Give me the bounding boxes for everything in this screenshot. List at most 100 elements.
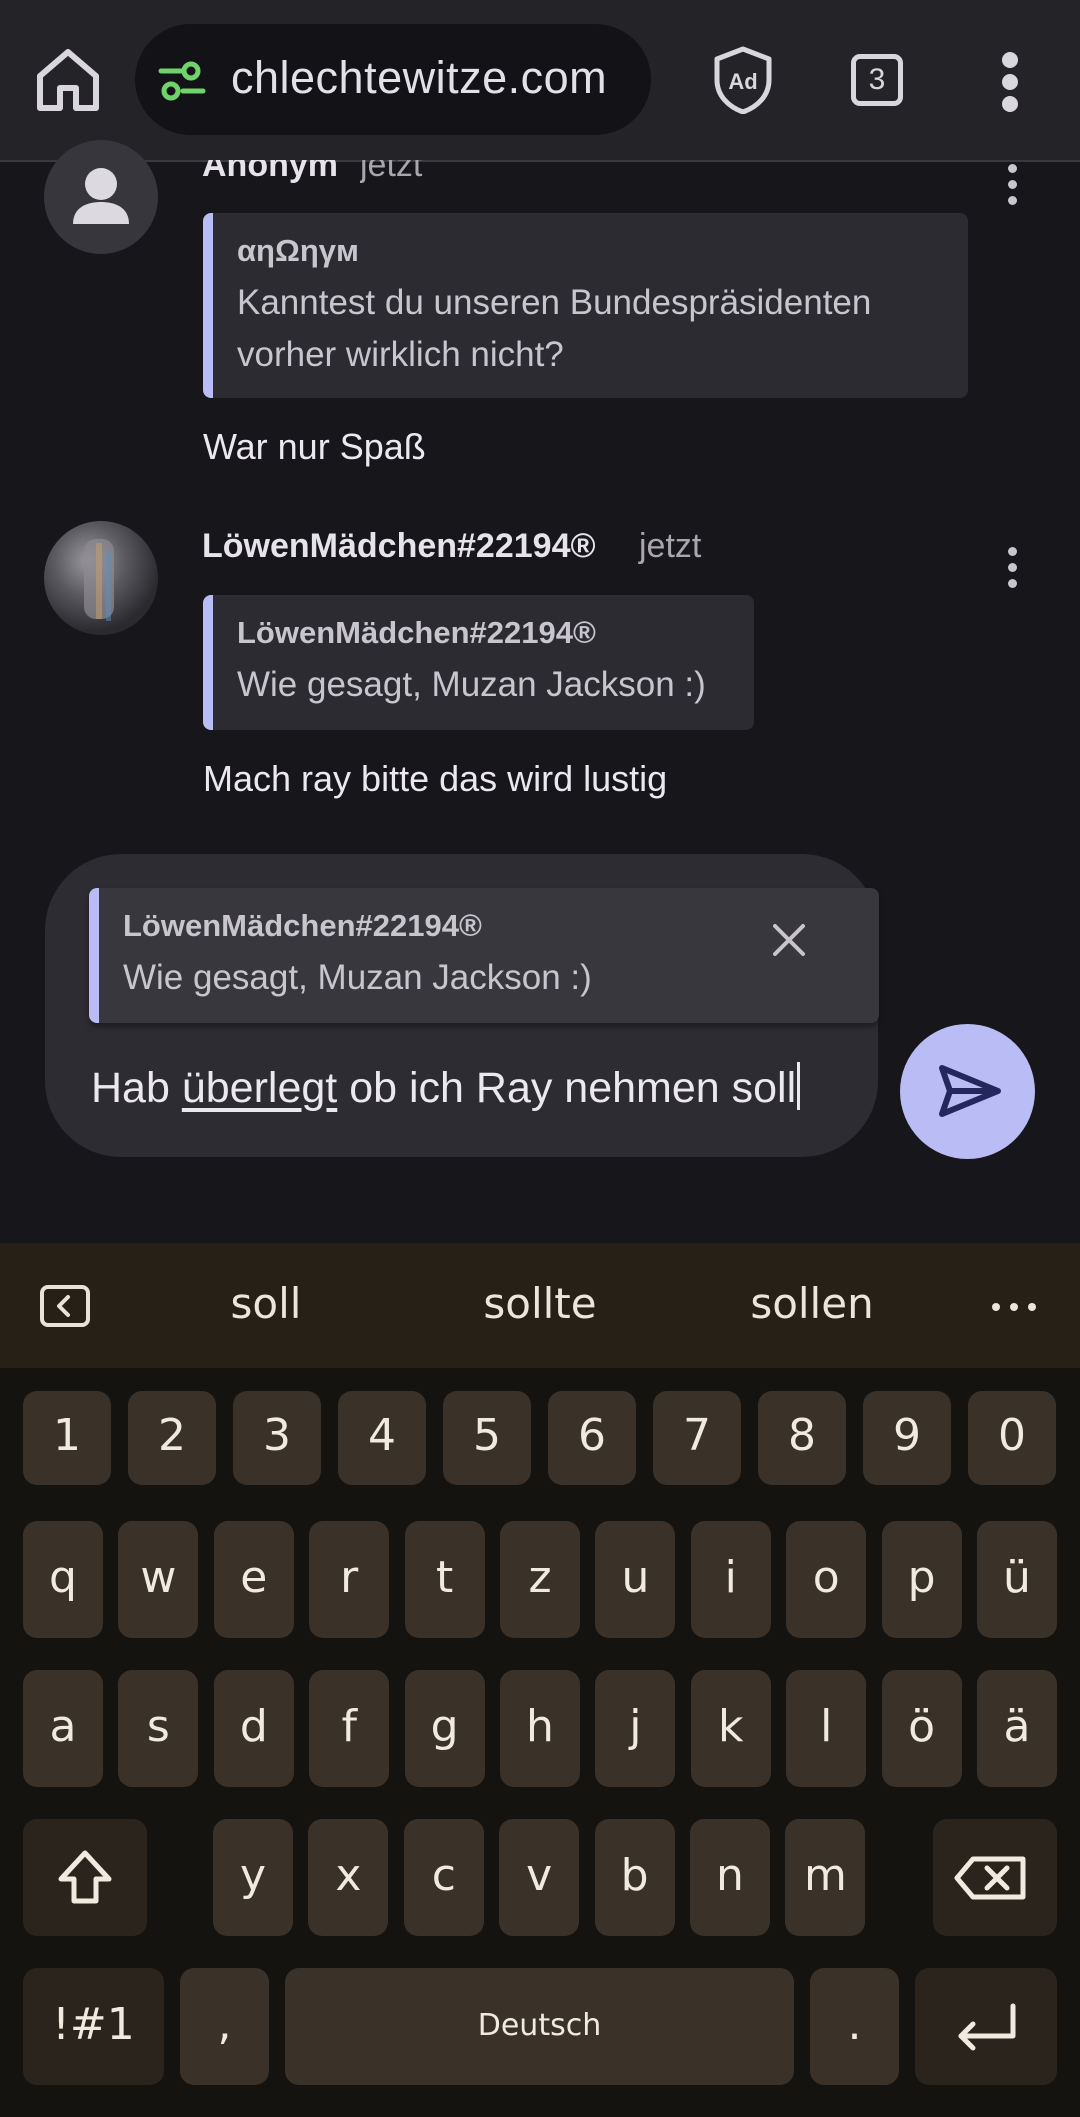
key-6[interactable]: 6 [548,1391,636,1485]
key-i[interactable]: i [690,1521,771,1638]
key-label: k [718,1700,744,1752]
key-1[interactable]: 1 [23,1391,111,1485]
adblock-shield-icon[interactable]: Ad [712,46,774,115]
key-h[interactable]: h [500,1670,580,1787]
key-z[interactable]: z [500,1521,580,1638]
key-label: e [240,1551,268,1603]
key-label: Deutsch [477,2007,602,2043]
key-2[interactable]: 2 [128,1391,216,1485]
quoted-reply[interactable]: αηΩηγм Kanntest du unseren Bundespräside… [203,213,968,398]
key-label: r [340,1551,359,1603]
key-s[interactable]: s [118,1670,199,1787]
comment-text: War nur Spaß [203,426,426,467]
reply-preview-author: LöwenMädchen#22194® [123,908,482,943]
anonymous-avatar [44,140,158,254]
key-5[interactable]: 5 [443,1391,531,1485]
key-d[interactable]: d [213,1670,294,1787]
key-u[interactable]: u [595,1521,676,1638]
key-c[interactable]: c [403,1819,484,1936]
user-avatar[interactable] [44,521,158,635]
url-text: chlechtewitze.com [231,52,608,103]
key-label: h [526,1700,554,1752]
key-label: 6 [578,1409,606,1461]
key-label: n [716,1849,744,1901]
send-button[interactable] [900,1024,1035,1159]
key-label: b [620,1849,649,1901]
key-label: g [430,1700,459,1752]
suggestion[interactable]: sollen [682,1279,942,1328]
site-settings-icon[interactable] [157,56,207,106]
key-label: s [146,1700,170,1752]
suggestion[interactable]: soll [136,1279,396,1328]
key-l[interactable]: l [786,1670,867,1787]
key-p[interactable]: p [881,1521,962,1638]
key-8[interactable]: 8 [758,1391,846,1485]
space-key[interactable]: Deutsch [285,1968,794,2085]
key-k[interactable]: k [690,1670,771,1787]
key-label: . [847,1998,862,2050]
comment-author[interactable]: LöwenMädchen#22194® [202,527,596,566]
key-j[interactable]: j [595,1670,676,1787]
key-0[interactable]: 0 [968,1391,1056,1485]
key-y[interactable]: y [213,1819,293,1936]
key-m[interactable]: m [785,1819,866,1936]
home-icon[interactable] [30,42,106,118]
key-n[interactable]: n [690,1819,770,1936]
key-w[interactable]: w [118,1521,199,1638]
key-7[interactable]: 7 [653,1391,741,1485]
quoted-reply[interactable]: LöwenMädchen#22194® Wie gesagt, Muzan Ja… [203,595,754,730]
key-g[interactable]: g [404,1670,485,1787]
key-ü[interactable]: ü [977,1521,1057,1638]
on-screen-keyboard: soll sollte sollen 1 2 3 4 5 6 7 8 9 0 q w e r t z u i o p ü… [0,1243,1080,2117]
suggestion[interactable]: sollte [410,1279,670,1328]
enter-key[interactable] [915,1968,1057,2085]
browser-menu-icon[interactable] [995,50,1025,114]
comma-key[interactable]: , [180,1968,269,2085]
key-3[interactable]: 3 [233,1391,321,1485]
key-ä[interactable]: ä [977,1670,1057,1787]
quoted-text-line: Wie gesagt, Muzan Jackson :) [237,665,706,704]
reply-composer[interactable]: LöwenMädchen#22194® Wie gesagt, Muzan Ja… [45,854,879,1157]
key-label: 7 [683,1409,711,1461]
key-o[interactable]: o [786,1521,867,1638]
key-label: ü [1003,1551,1031,1603]
collapse-suggestions-icon[interactable] [40,1285,90,1327]
more-suggestions-icon[interactable] [992,1303,1036,1311]
key-b[interactable]: b [594,1819,675,1936]
key-label: 0 [998,1409,1026,1461]
tab-switcher-button[interactable]: 3 [851,54,903,106]
comment-options-icon[interactable] [1006,545,1018,591]
key-ö[interactable]: ö [881,1670,962,1787]
suggestion-bar: soll sollte sollen [0,1243,1080,1368]
key-4[interactable]: 4 [338,1391,426,1485]
key-q[interactable]: q [23,1521,103,1638]
key-f[interactable]: f [309,1670,390,1787]
key-r[interactable]: r [309,1521,390,1638]
key-9[interactable]: 9 [863,1391,951,1485]
key-label: 1 [53,1409,81,1461]
period-key[interactable]: . [810,1968,899,2085]
key-label: o [812,1551,840,1603]
symbols-key[interactable]: !#1 [23,1968,164,2085]
key-label: 3 [263,1409,291,1461]
key-label: 5 [473,1409,501,1461]
key-label: x [335,1849,362,1901]
address-bar[interactable]: chlechtewitze.com [135,24,651,135]
key-v[interactable]: v [499,1819,580,1936]
svg-text:Ad: Ad [728,69,757,94]
key-e[interactable]: e [213,1521,294,1638]
key-label: 2 [158,1409,186,1461]
reply-preview-text: Wie gesagt, Muzan Jackson :) [123,958,592,997]
key-label: j [629,1700,642,1752]
text-cursor [797,1062,801,1110]
shift-key[interactable] [23,1819,147,1936]
key-a[interactable]: a [23,1670,103,1787]
key-label: p [907,1551,936,1603]
key-x[interactable]: x [308,1819,389,1936]
message-input[interactable]: Hab überlegt ob ich Ray nehmen soll [91,1062,801,1113]
close-icon[interactable] [769,920,809,960]
key-label: ä [1003,1700,1031,1752]
backspace-key[interactable] [933,1819,1057,1936]
key-t[interactable]: t [404,1521,485,1638]
comment-options-icon[interactable] [1006,162,1018,208]
